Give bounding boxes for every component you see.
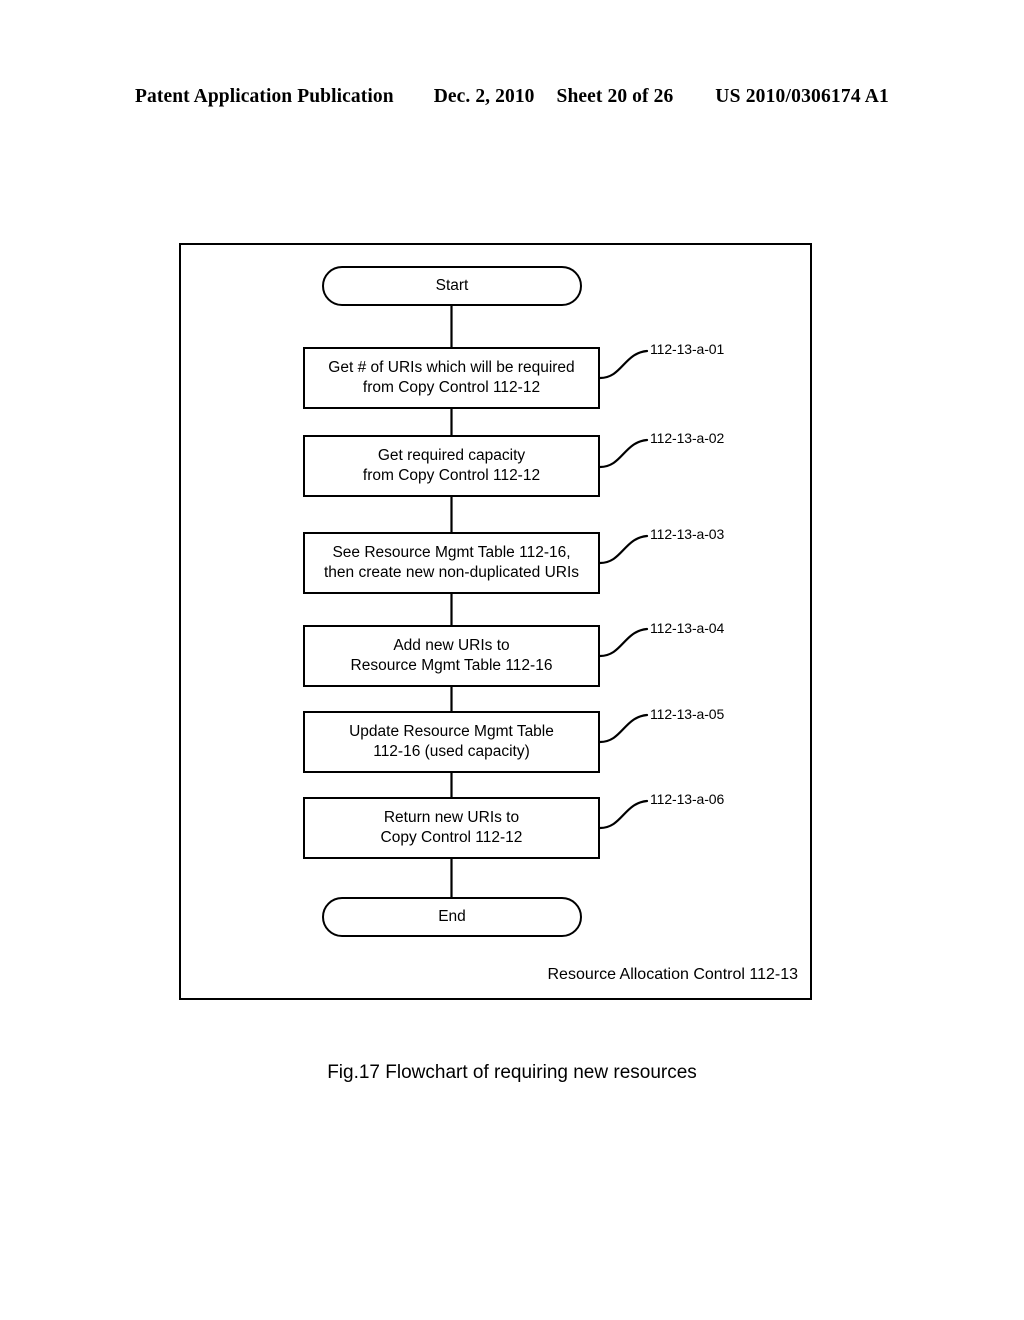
page-header: Patent Application Publication Dec. 2, 2… (0, 86, 1024, 108)
sheet-number: Sheet 20 of 26 (556, 86, 674, 107)
reference-label-step-3: 112-13-a-03 (650, 526, 725, 542)
flow-node-step-5[interactable]: Update Resource Mgmt Table 112-16 (used … (303, 711, 600, 773)
flow-node-end[interactable]: End (322, 897, 582, 937)
publication-title: Patent Application Publication (134, 86, 394, 107)
leader-line-step4 (598, 627, 649, 658)
leader-line-step2 (598, 438, 649, 469)
flow-node-start[interactable]: Start (322, 266, 582, 306)
figure-caption: Fig.17 Flowchart of requiring new resour… (327, 1062, 697, 1083)
reference-label-step-2: 112-13-a-02 (650, 430, 725, 446)
leader-line-step5 (598, 713, 649, 744)
reference-label-step-4: 112-13-a-04 (650, 620, 725, 636)
patent-number: US 2010/0306174 A1 (715, 86, 889, 107)
flow-node-step-1[interactable]: Get # of URIs which will be required fro… (303, 347, 600, 409)
leader-line-step3 (598, 534, 649, 565)
reference-label-step-5: 112-13-a-05 (650, 706, 725, 722)
reference-label-step-6: 112-13-a-06 (650, 791, 725, 807)
reference-label-step-1: 112-13-a-01 (650, 341, 725, 357)
flow-node-step-3[interactable]: See Resource Mgmt Table 112-16, then cre… (303, 532, 600, 594)
leader-line-step1 (598, 349, 649, 380)
publication-date: Dec. 2, 2010 (433, 86, 535, 107)
flow-node-step-6[interactable]: Return new URIs to Copy Control 112-12 (303, 797, 600, 859)
flowchart-container: Start Get # of URIs which will be requir… (179, 243, 812, 1000)
container-label: Resource Allocation Control 112-13 (547, 966, 798, 983)
flow-node-step-2[interactable]: Get required capacity from Copy Control … (303, 435, 600, 497)
flow-node-step-4[interactable]: Add new URIs to Resource Mgmt Table 112-… (303, 625, 600, 687)
leader-line-step6 (598, 799, 649, 830)
